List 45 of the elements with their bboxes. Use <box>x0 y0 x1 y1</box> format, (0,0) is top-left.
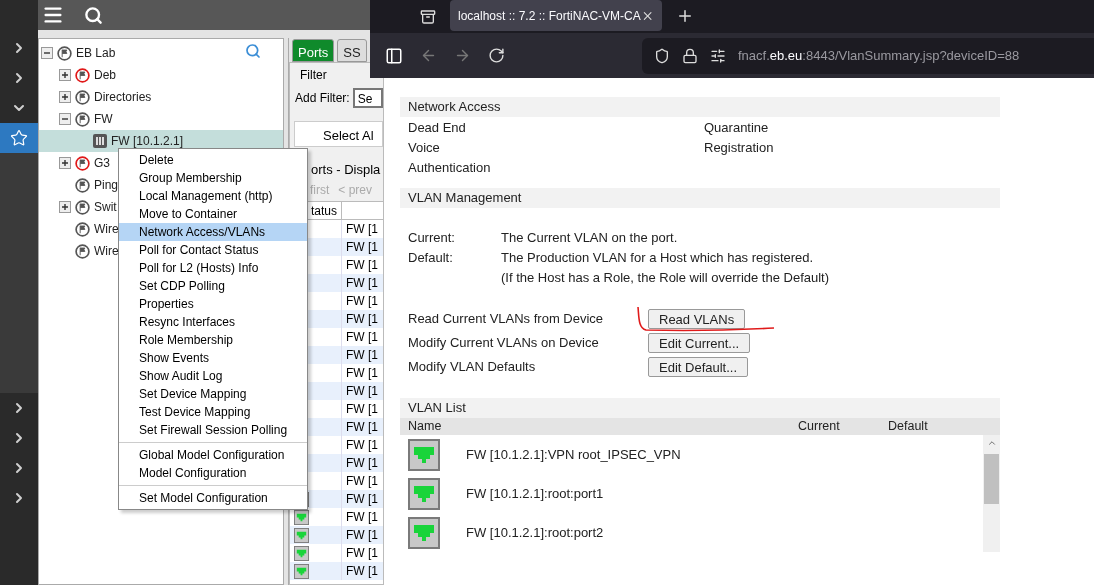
table-cell-text: FW [1 <box>345 419 378 436</box>
table-cell-text: FW [1 <box>345 473 378 490</box>
table-cell-text: FW [1 <box>345 293 378 310</box>
table-cell-text: FW [1 <box>345 509 378 526</box>
action-label: Read Current VLANs from Device <box>408 310 605 329</box>
definition-text: The Current VLAN on the port. <box>501 229 678 248</box>
column-header: Default <box>888 418 929 436</box>
network-access-item: Quarantine <box>704 119 770 138</box>
network-access-item: Voice <box>408 139 441 158</box>
definition-text: The Production VLAN for a Host which has registered. <box>501 249 814 268</box>
list-title: orts - Displa <box>310 161 382 179</box>
table-cell-text: FW [1 <box>345 383 378 400</box>
table-cell-text: FW [1 <box>345 401 378 418</box>
table-cell-text: FW [1 <box>345 437 378 454</box>
filter-title: Filter <box>299 67 328 84</box>
section-header: VLAN List <box>400 398 1000 418</box>
action-label: Modify Current VLANs on Device <box>408 334 600 353</box>
column-header: Name <box>408 418 443 436</box>
definition-term: Default: <box>408 250 453 266</box>
vlan-name: FW [10.1.2.1]:root:port2 <box>466 523 604 542</box>
section-header: VLAN Management <box>400 188 1000 208</box>
table-cell-text: FW [1 <box>345 311 378 328</box>
table-cell-text: FW [1 <box>345 563 378 580</box>
table-cell-text: FW [1 <box>345 455 378 472</box>
column-header: Current <box>798 418 841 436</box>
table-cell-text: FW [1 <box>345 239 378 256</box>
table-cell-text: FW [1 <box>345 545 378 562</box>
vlan-name: FW [10.1.2.1]:root:port1 <box>466 484 604 503</box>
add-filter-label: Add Filter: <box>295 90 350 107</box>
table-cell-text: FW [1 <box>345 365 378 382</box>
network-access-item: Dead End <box>408 119 467 138</box>
definition-term: Current: <box>408 230 455 246</box>
action-label: Modify VLAN Defaults <box>408 358 537 377</box>
table-cell-text: FW [1 <box>345 257 378 274</box>
table-cell-text: FW [1 <box>345 527 378 544</box>
network-access-item: Authentication <box>408 159 492 178</box>
table-cell-text: FW [1 <box>345 491 378 508</box>
section-header: Network Access <box>400 97 1000 117</box>
table-cell-text: FW [1 <box>345 275 378 292</box>
table-cell-text: FW [1 <box>345 221 378 238</box>
vlan-name: FW [10.1.2.1]:VPN root_IPSEC_VPN <box>466 445 681 464</box>
network-access-item: Registration <box>704 139 775 158</box>
table-cell-text: FW [1 <box>345 347 378 364</box>
table-cell-text: FW [1 <box>345 329 378 346</box>
definition-text: (If the Host has a Role, the Role will override the Default) <box>501 269 830 288</box>
